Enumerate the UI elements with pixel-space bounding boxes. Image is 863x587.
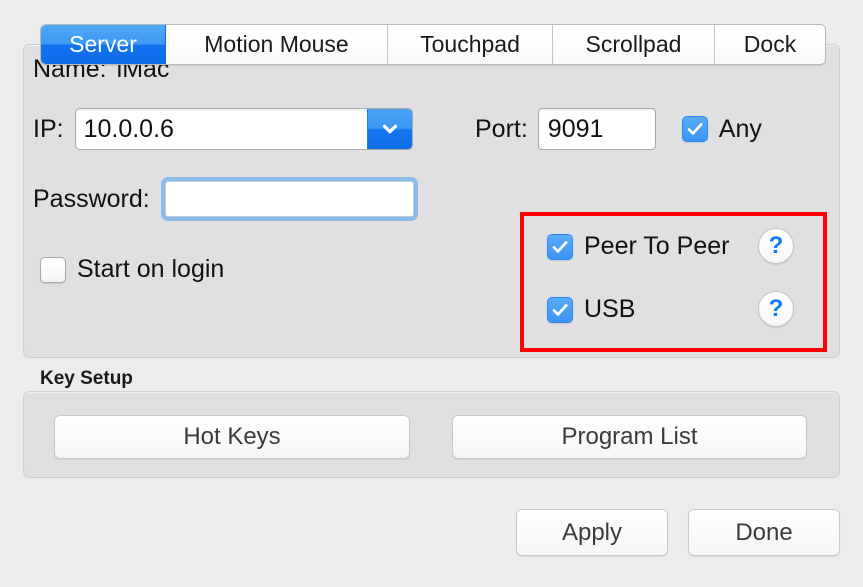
port-label: Port: (475, 115, 528, 144)
tab-server-label: Server (69, 31, 137, 58)
tab-scrollpad-label: Scrollpad (586, 31, 682, 58)
apply-button[interactable]: Apply (516, 509, 668, 556)
question-mark-icon: ? (769, 295, 784, 323)
tab-server[interactable]: Server (41, 25, 166, 64)
key-setup-group-label: Key Setup (40, 368, 133, 390)
usb-help-button[interactable]: ? (758, 291, 794, 327)
ip-input[interactable] (76, 109, 367, 149)
tab-motion-mouse-label: Motion Mouse (204, 31, 348, 58)
checkmark-icon (685, 119, 705, 139)
peer-to-peer-help-button[interactable]: ? (758, 228, 794, 264)
tab-dock-label: Dock (744, 31, 796, 58)
ip-dropdown-button[interactable] (367, 109, 412, 149)
start-on-login-label: Start on login (77, 255, 224, 284)
peer-to-peer-row[interactable]: Peer To Peer (547, 232, 729, 261)
tab-touchpad-label: Touchpad (420, 31, 520, 58)
done-button[interactable]: Done (688, 509, 840, 556)
chevron-down-icon (379, 118, 401, 140)
usb-row[interactable]: USB (547, 295, 635, 324)
hot-keys-button[interactable]: Hot Keys (54, 415, 410, 459)
port-input[interactable] (538, 108, 656, 150)
tab-touchpad[interactable]: Touchpad (388, 25, 553, 64)
checkmark-icon (550, 237, 570, 257)
hot-keys-button-label: Hot Keys (183, 423, 280, 451)
usb-checkbox[interactable] (547, 297, 573, 323)
any-checkbox-row[interactable]: Any (682, 115, 762, 144)
ip-label: IP: (33, 115, 64, 144)
apply-button-label: Apply (562, 519, 622, 547)
any-label: Any (719, 115, 762, 144)
ip-combobox[interactable] (75, 108, 413, 150)
question-mark-icon: ? (769, 232, 784, 260)
start-on-login-checkbox[interactable] (40, 257, 66, 283)
tab-motion-mouse[interactable]: Motion Mouse (166, 25, 388, 64)
port-row: Port: Any (475, 108, 762, 150)
password-row: Password: (33, 177, 418, 221)
ip-row: IP: (33, 108, 413, 150)
checkmark-icon (550, 300, 570, 320)
program-list-button[interactable]: Program List (452, 415, 807, 459)
any-checkbox[interactable] (682, 116, 708, 142)
tab-dock[interactable]: Dock (715, 25, 825, 64)
tab-scrollpad[interactable]: Scrollpad (553, 25, 715, 64)
usb-label: USB (584, 295, 635, 324)
peer-to-peer-label: Peer To Peer (584, 232, 729, 261)
password-input[interactable] (165, 181, 414, 217)
tab-bar: Server Motion Mouse Touchpad Scrollpad D… (40, 24, 826, 65)
peer-to-peer-checkbox[interactable] (547, 234, 573, 260)
done-button-label: Done (735, 519, 792, 547)
program-list-button-label: Program List (561, 423, 697, 451)
password-focus-ring (161, 177, 418, 221)
start-on-login-row[interactable]: Start on login (40, 255, 224, 284)
password-label: Password: (33, 185, 150, 214)
